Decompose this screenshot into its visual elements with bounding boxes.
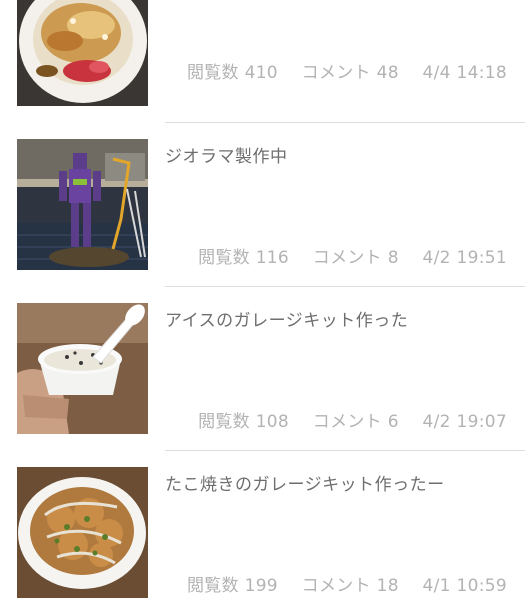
post-date: 4/2 19:51 (422, 248, 507, 268)
comments-label: コメント (301, 576, 371, 596)
post-title: アイスのガレージキット作った (165, 311, 409, 331)
post-thumbnail[interactable] (17, 0, 148, 106)
post-date: 4/2 19:07 (422, 412, 507, 432)
post-thumbnail[interactable] (17, 303, 148, 434)
takoyaki-plate-photo-icon (17, 467, 148, 598)
post-meta: 閲覧数 116 コメント 8 4/2 19:51 (198, 243, 507, 268)
post-item-3[interactable]: アイスのガレージキット作った 閲覧数 108 コメント 6 4/2 19:07 (0, 303, 525, 435)
views-count: 410 (244, 63, 278, 83)
post-list: た 閲覧数 410 コメント 48 4/4 14:18 (0, 0, 525, 600)
divider (165, 450, 525, 451)
views-label: 閲覧数 (198, 248, 250, 268)
views-label: 閲覧数 (186, 576, 239, 596)
views-count: 116 (255, 248, 290, 268)
comments-count: 48 (376, 63, 399, 83)
comments-count: 8 (387, 248, 399, 268)
ice-cream-cup-photo-icon (17, 303, 148, 434)
pancake-dish-photo-icon (17, 0, 148, 106)
post-item-1[interactable]: た 閲覧数 410 コメント 48 4/4 14:18 (0, 0, 525, 107)
post-date: 4/1 10:59 (422, 576, 507, 596)
post-meta: 閲覧数 108 コメント 6 4/2 19:07 (198, 407, 507, 432)
post-title: ジオラマ製作中 (165, 147, 288, 167)
post-item-4[interactable]: たこ焼きのガレージキット作ったー 閲覧数 199 コメント 18 4/1 10:… (0, 467, 525, 599)
views-label: 閲覧数 (186, 63, 239, 83)
views-label: 閲覧数 (198, 412, 250, 432)
comments-label: コメント (312, 412, 382, 432)
post-item-2[interactable]: ジオラマ製作中 閲覧数 116 コメント 8 4/2 19:51 (0, 139, 525, 271)
comments-label: コメント (312, 248, 382, 268)
comments-count: 18 (376, 576, 399, 596)
robot-figure-diorama-photo-icon (17, 139, 148, 270)
post-title: たこ焼きのガレージキット作ったー (165, 475, 445, 495)
views-count: 108 (255, 412, 290, 432)
views-count: 199 (244, 576, 278, 596)
post-date: 4/4 14:18 (422, 63, 507, 83)
divider (165, 122, 525, 123)
post-thumbnail[interactable] (17, 467, 148, 598)
comments-count: 6 (387, 412, 399, 432)
comments-label: コメント (301, 63, 371, 83)
divider (165, 286, 525, 287)
post-meta: 閲覧数 410 コメント 48 4/4 14:18 (187, 58, 507, 83)
post-meta: 閲覧数 199 コメント 18 4/1 10:59 (187, 571, 507, 596)
post-thumbnail[interactable] (17, 139, 148, 270)
